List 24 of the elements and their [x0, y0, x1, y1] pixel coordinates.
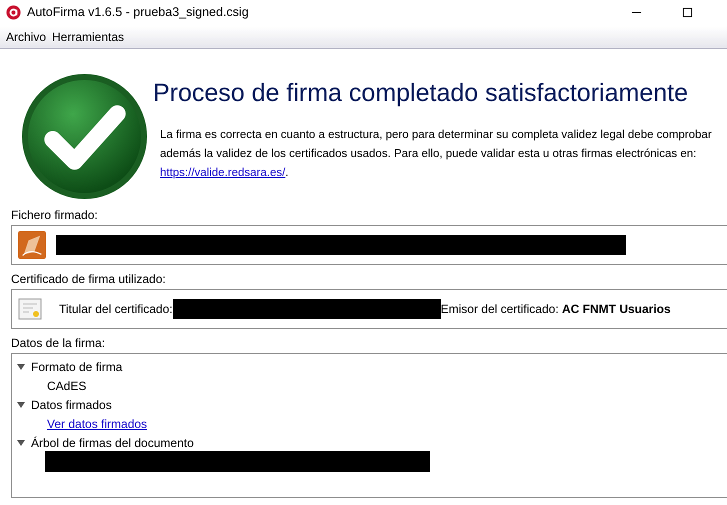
tree-node[interactable]: Árbol de firmas del documento — [31, 436, 194, 450]
tree-node[interactable]: Formato de firma — [31, 360, 122, 374]
window-title: AutoFirma v1.6.5 - prueba3_signed.csig — [27, 5, 249, 19]
section-label: Certificado de firma utilizado: — [11, 272, 167, 286]
section-label: Datos de la firma: — [11, 336, 106, 350]
maximize-icon[interactable] — [682, 6, 693, 18]
view-data-link[interactable]: Ver datos firmados — [47, 416, 148, 430]
menu-item[interactable]: Herramientas — [52, 30, 124, 44]
validation-link[interactable]: https://valide.redsara.es/ — [160, 167, 286, 179]
expanded-triangle-icon[interactable] — [17, 362, 25, 370]
menu-item[interactable]: Archivo — [6, 30, 46, 44]
check-mark-icon — [20, 72, 149, 201]
issuer-text: Emisor del certificado: AC FNMT Usuarios — [440, 302, 671, 316]
section-label: Fichero firmado: — [11, 208, 99, 222]
expanded-triangle-icon[interactable] — [17, 438, 25, 446]
result-heading: Proceso de firma completado satisfactoriamente — [153, 79, 689, 108]
tree-node[interactable]: Datos firmados — [31, 398, 112, 412]
tree-value: CAdES — [47, 378, 86, 392]
app-logo-icon — [6, 4, 21, 20]
signed-document-icon — [18, 231, 46, 259]
result-message: La firma es correcta en cuanto a estructura, pero para determinar su completa validez legal debe comprobar además la validez de los certificados usados. Para ello, puede validar esta u otras firmas electrónicas en: https://valide.redsara.es/. — [160, 128, 713, 181]
holder-label: Titular del certificado: — [59, 302, 173, 316]
expanded-triangle-icon[interactable] — [17, 400, 25, 408]
certificate-icon — [18, 297, 42, 321]
